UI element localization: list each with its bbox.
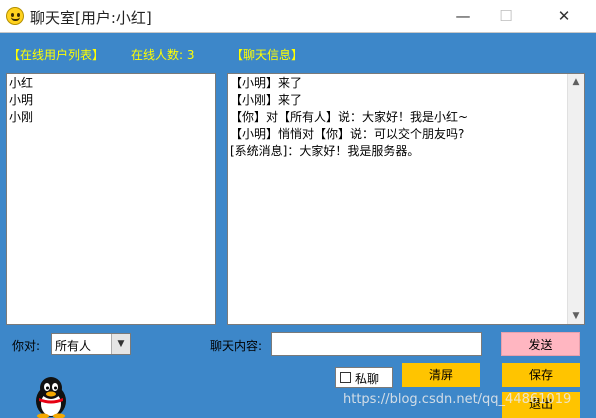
recipient-label: 你对: [12,339,41,353]
chat-scrollbar[interactable]: ▲ ▼ [567,74,584,324]
user-list-item[interactable]: 小刚 [7,109,215,126]
user-list-item[interactable]: 小红 [7,75,215,92]
close-button[interactable]: ✕ [549,4,579,28]
minimize-button[interactable]: — [448,4,478,28]
user-list-header: 【在线用户列表】 [8,48,105,62]
window-title: 聊天室[用户:小红] [30,9,152,27]
message-input[interactable] [271,332,482,356]
chevron-down-icon[interactable]: ▼ [111,334,130,354]
chat-message: 【小刚】来了 [230,93,303,107]
chat-message: 【小明】来了 [230,76,303,90]
chat-message: 【你】对【所有人】说：大家好！我是小红~ [230,110,469,124]
send-button[interactable]: 发送 [501,332,580,356]
private-chat-checkbox[interactable] [340,372,351,383]
title-bar: 聊天室[用户:小红] — ☐ ✕ [0,0,596,33]
maximize-button[interactable]: ☐ [491,4,521,28]
chat-message: 【小明】悄悄对【你】说：可以交个朋友吗? [230,127,465,141]
clear-screen-button[interactable]: 清屏 [402,363,480,387]
online-count: 在线人数: 3 [131,48,195,62]
chat-message: [系统消息]：大家好！我是服务器。 [230,144,420,158]
chat-log[interactable]: 【小明】来了 【小刚】来了 【你】对【所有人】说：大家好！我是小红~ 【小明】悄… [227,73,585,325]
recipient-select[interactable]: 所有人 ▼ [51,333,131,355]
user-list-item[interactable]: 小明 [7,92,215,109]
smiley-icon [6,7,24,25]
user-list[interactable]: 小红 小明 小刚 [6,73,216,325]
save-button[interactable]: 保存 [502,363,580,387]
recipient-value: 所有人 [55,339,92,353]
qq-penguin-icon [36,377,66,418]
scroll-down-icon[interactable]: ▼ [568,308,584,324]
private-chat-toggle[interactable]: 私聊 [335,367,393,388]
private-chat-label: 私聊 [355,372,380,386]
scroll-up-icon[interactable]: ▲ [568,74,584,90]
watermark: https://blog.csdn.net/qq_44861019 [343,392,572,407]
chat-info-header: 【聊天信息】 [231,48,304,62]
message-label: 聊天内容: [210,339,263,353]
